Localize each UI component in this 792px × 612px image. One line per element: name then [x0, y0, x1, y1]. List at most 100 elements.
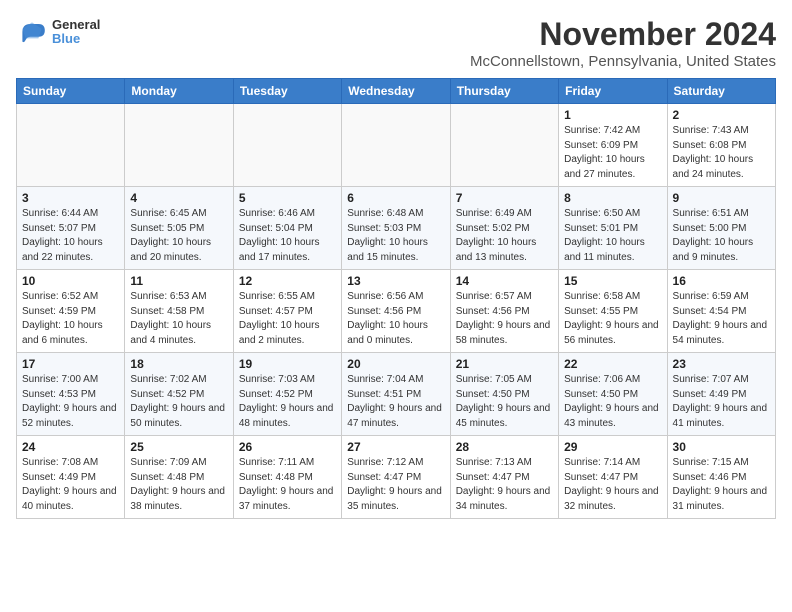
calendar-week-row: 1 Sunrise: 7:42 AM Sunset: 6:09 PM Daylig… — [17, 104, 776, 187]
day-info: Sunrise: 6:55 AM Sunset: 4:57 PM Dayligh… — [239, 290, 336, 348]
calendar-week-row: 17 Sunrise: 7:00 AM Sunset: 4:53 PM Dayli… — [17, 353, 776, 436]
day-info: Sunrise: 7:14 AM Sunset: 4:47 PM Dayligh… — [564, 456, 661, 514]
day-info: Sunrise: 7:07 AM Sunset: 4:49 PM Dayligh… — [673, 373, 770, 431]
calendar-cell — [125, 104, 233, 187]
day-info: Sunrise: 7:06 AM Sunset: 4:50 PM Dayligh… — [564, 373, 661, 431]
calendar-cell: 24 Sunrise: 7:08 AM Sunset: 4:49 PM Dayli… — [17, 436, 125, 519]
day-info: Sunrise: 6:48 AM Sunset: 5:03 PM Dayligh… — [347, 207, 444, 265]
day-number: 27 — [347, 440, 444, 454]
day-number: 2 — [673, 108, 770, 122]
day-info: Sunrise: 6:44 AM Sunset: 5:07 PM Dayligh… — [22, 207, 119, 265]
calendar-cell: 18 Sunrise: 7:02 AM Sunset: 4:52 PM Dayli… — [125, 353, 233, 436]
day-number: 12 — [239, 274, 336, 288]
calendar-cell: 29Sunrise: 7:14 AM Sunset: 4:47 PM Dayli… — [559, 436, 667, 519]
day-number: 26 — [239, 440, 336, 454]
calendar-cell: 28 Sunrise: 7:13 AM Sunset: 4:47 PM Dayli… — [450, 436, 558, 519]
day-info: Sunrise: 6:52 AM Sunset: 4:59 PM Dayligh… — [22, 290, 119, 348]
day-info: Sunrise: 7:02 AM Sunset: 4:52 PM Dayligh… — [130, 373, 227, 431]
calendar-week-row: 10 Sunrise: 6:52 AM Sunset: 4:59 PM Dayli… — [17, 270, 776, 353]
calendar-cell: 4Sunrise: 6:45 AM Sunset: 5:05 PM Daylig… — [125, 187, 233, 270]
calendar-cell: 11 Sunrise: 6:53 AM Sunset: 4:58 PM Dayli… — [125, 270, 233, 353]
day-of-week-header: Friday — [559, 79, 667, 104]
calendar-cell: 26 Sunrise: 7:11 AM Sunset: 4:48 PM Dayli… — [233, 436, 341, 519]
calendar-cell — [17, 104, 125, 187]
calendar-cell: 20 Sunrise: 7:04 AM Sunset: 4:51 PM Dayli… — [342, 353, 450, 436]
calendar-cell: 27 Sunrise: 7:12 AM Sunset: 4:47 PM Dayli… — [342, 436, 450, 519]
calendar-cell: 14 Sunrise: 6:57 AM Sunset: 4:56 PM Dayli… — [450, 270, 558, 353]
day-number: 23 — [673, 357, 770, 371]
calendar-cell: 2Sunrise: 7:43 AM Sunset: 6:08 PM Daylig… — [667, 104, 775, 187]
day-info: Sunrise: 7:08 AM Sunset: 4:49 PM Dayligh… — [22, 456, 119, 514]
calendar-cell: 10 Sunrise: 6:52 AM Sunset: 4:59 PM Dayli… — [17, 270, 125, 353]
calendar-cell: 22Sunrise: 7:06 AM Sunset: 4:50 PM Dayli… — [559, 353, 667, 436]
day-info: Sunrise: 6:46 AM Sunset: 5:04 PM Dayligh… — [239, 207, 336, 265]
day-info: Sunrise: 7:00 AM Sunset: 4:53 PM Dayligh… — [22, 373, 119, 431]
day-info: Sunrise: 6:59 AM Sunset: 4:54 PM Dayligh… — [673, 290, 770, 348]
day-info: Sunrise: 6:56 AM Sunset: 4:56 PM Dayligh… — [347, 290, 444, 348]
day-number: 21 — [456, 357, 553, 371]
calendar-week-row: 3 Sunrise: 6:44 AM Sunset: 5:07 PM Daylig… — [17, 187, 776, 270]
calendar-cell: 9Sunrise: 6:51 AM Sunset: 5:00 PM Daylig… — [667, 187, 775, 270]
location: McConnellstown, Pennsylvania, United Sta… — [470, 53, 776, 70]
day-info: Sunrise: 6:53 AM Sunset: 4:58 PM Dayligh… — [130, 290, 227, 348]
day-info: Sunrise: 6:58 AM Sunset: 4:55 PM Dayligh… — [564, 290, 661, 348]
logo-line2: Blue — [52, 32, 100, 46]
calendar-cell — [450, 104, 558, 187]
day-number: 24 — [22, 440, 119, 454]
day-number: 30 — [673, 440, 770, 454]
day-number: 17 — [22, 357, 119, 371]
calendar-cell: 21Sunrise: 7:05 AM Sunset: 4:50 PM Dayli… — [450, 353, 558, 436]
page-header: General Blue November 2024 McConnellstow… — [16, 16, 776, 70]
day-of-week-header: Saturday — [667, 79, 775, 104]
calendar-cell: 15Sunrise: 6:58 AM Sunset: 4:55 PM Dayli… — [559, 270, 667, 353]
month-title: November 2024 — [470, 16, 776, 53]
day-info: Sunrise: 7:09 AM Sunset: 4:48 PM Dayligh… — [130, 456, 227, 514]
day-info: Sunrise: 6:45 AM Sunset: 5:05 PM Dayligh… — [130, 207, 227, 265]
day-number: 14 — [456, 274, 553, 288]
day-number: 1 — [564, 108, 661, 122]
day-number: 5 — [239, 191, 336, 205]
calendar-cell: 17 Sunrise: 7:00 AM Sunset: 4:53 PM Dayli… — [17, 353, 125, 436]
day-info: Sunrise: 6:50 AM Sunset: 5:01 PM Dayligh… — [564, 207, 661, 265]
day-info: Sunrise: 7:11 AM Sunset: 4:48 PM Dayligh… — [239, 456, 336, 514]
day-number: 28 — [456, 440, 553, 454]
day-number: 20 — [347, 357, 444, 371]
day-number: 3 — [22, 191, 119, 205]
day-number: 11 — [130, 274, 227, 288]
day-number: 13 — [347, 274, 444, 288]
day-number: 18 — [130, 357, 227, 371]
logo-line1: General — [52, 18, 100, 32]
day-number: 8 — [564, 191, 661, 205]
calendar-cell: 16 Sunrise: 6:59 AM Sunset: 4:54 PM Dayli… — [667, 270, 775, 353]
logo-icon — [16, 16, 48, 48]
day-info: Sunrise: 6:57 AM Sunset: 4:56 PM Dayligh… — [456, 290, 553, 348]
calendar-cell: 6Sunrise: 6:48 AM Sunset: 5:03 PM Daylig… — [342, 187, 450, 270]
day-info: Sunrise: 7:12 AM Sunset: 4:47 PM Dayligh… — [347, 456, 444, 514]
day-number: 19 — [239, 357, 336, 371]
day-info: Sunrise: 7:04 AM Sunset: 4:51 PM Dayligh… — [347, 373, 444, 431]
day-of-week-header: Monday — [125, 79, 233, 104]
day-info: Sunrise: 7:13 AM Sunset: 4:47 PM Dayligh… — [456, 456, 553, 514]
header-row: SundayMondayTuesdayWednesdayThursdayFrid… — [17, 79, 776, 104]
day-of-week-header: Thursday — [450, 79, 558, 104]
calendar-cell: 8 Sunrise: 6:50 AM Sunset: 5:01 PM Daylig… — [559, 187, 667, 270]
calendar-cell: 23 Sunrise: 7:07 AM Sunset: 4:49 PM Dayli… — [667, 353, 775, 436]
logo: General Blue — [16, 16, 100, 48]
day-number: 10 — [22, 274, 119, 288]
calendar-cell: 3 Sunrise: 6:44 AM Sunset: 5:07 PM Daylig… — [17, 187, 125, 270]
day-of-week-header: Sunday — [17, 79, 125, 104]
day-number: 7 — [456, 191, 553, 205]
calendar-table: SundayMondayTuesdayWednesdayThursdayFrid… — [16, 78, 776, 519]
day-info: Sunrise: 7:03 AM Sunset: 4:52 PM Dayligh… — [239, 373, 336, 431]
day-of-week-header: Wednesday — [342, 79, 450, 104]
day-info: Sunrise: 6:49 AM Sunset: 5:02 PM Dayligh… — [456, 207, 553, 265]
calendar-cell: 30Sunrise: 7:15 AM Sunset: 4:46 PM Dayli… — [667, 436, 775, 519]
calendar-cell: 13 Sunrise: 6:56 AM Sunset: 4:56 PM Dayli… — [342, 270, 450, 353]
day-info: Sunrise: 7:42 AM Sunset: 6:09 PM Dayligh… — [564, 124, 661, 182]
day-number: 9 — [673, 191, 770, 205]
day-number: 16 — [673, 274, 770, 288]
calendar-cell — [233, 104, 341, 187]
title-block: November 2024 McConnellstown, Pennsylvan… — [470, 16, 776, 70]
calendar-cell: 25Sunrise: 7:09 AM Sunset: 4:48 PM Dayli… — [125, 436, 233, 519]
calendar-cell: 19 Sunrise: 7:03 AM Sunset: 4:52 PM Dayli… — [233, 353, 341, 436]
